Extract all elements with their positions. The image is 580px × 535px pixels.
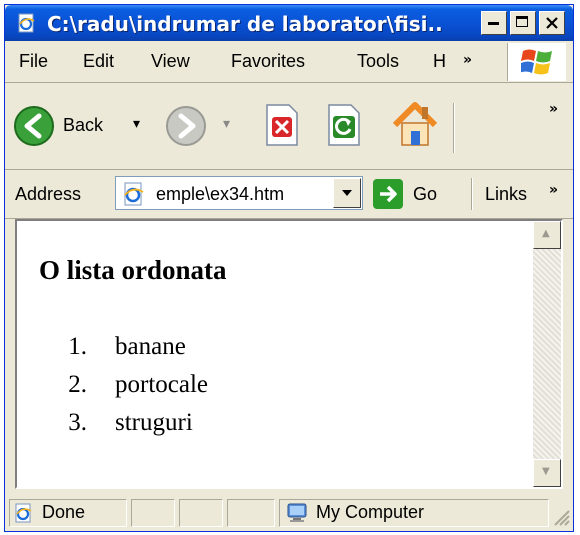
menu-bar: File Edit View Favorites Tools H » [5,42,573,83]
scroll-up-button[interactable]: ▲ [533,221,561,249]
go-button[interactable] [373,179,403,209]
back-button[interactable]: Back ▾ [11,103,151,149]
links-overflow-chevron[interactable]: » [549,182,558,198]
zone-text: My Computer [316,502,425,522]
list-item-text: portocale [115,371,209,398]
ie-page-icon [124,182,144,206]
home-button[interactable] [389,99,441,151]
address-divider [471,178,473,210]
status-text-pane: Done [9,499,127,527]
scroll-down-icon: ▼ [542,466,550,477]
refresh-icon [328,104,360,146]
toolbar-divider [453,103,455,153]
maximize-button[interactable] [510,11,536,35]
vertical-scrollbar[interactable]: ▲ ▼ [533,221,561,487]
title-bar[interactable]: C:\radu\indrumar de laborator\fisi... [5,5,573,41]
maximize-icon [516,16,528,27]
browser-window: C:\radu\indrumar de laborator\fisi... Fi… [4,4,574,532]
list-item: 1. banane [39,333,208,371]
home-icon [392,102,438,146]
menu-file[interactable]: File [19,51,48,72]
forward-arrow-icon [166,106,206,146]
address-input[interactable]: emple\ex34.htm [115,176,363,210]
scroll-track[interactable] [533,249,561,459]
address-bar: Address emple\ex34.htm Go Links » [5,170,573,219]
status-pane [227,499,275,527]
status-bar: Done My Computer [5,495,573,531]
scroll-down-button[interactable]: ▼ [533,459,561,487]
status-pane [131,499,175,527]
ordered-list: 1. banane 2. portocale 3. struguri [39,333,208,447]
minimize-button[interactable] [481,11,507,35]
back-dropdown-icon[interactable]: ▾ [133,115,140,132]
list-item-number: 2. [68,371,87,398]
back-arrow-icon [14,106,54,146]
refresh-button[interactable] [323,103,367,149]
stop-button[interactable] [261,103,305,149]
list-item-number: 1. [68,333,87,360]
windows-logo-icon [507,43,566,81]
menu-edit[interactable]: Edit [83,51,114,72]
minimize-icon [488,22,499,25]
go-arrow-icon [380,185,397,203]
list-item-number: 3. [68,409,87,436]
status-text: Done [42,502,86,522]
close-button[interactable] [539,11,565,35]
resize-grip-icon[interactable] [551,507,571,527]
menu-tools[interactable]: Tools [357,51,399,72]
window-title: C:\radu\indrumar de laborator\fisi... [47,12,443,36]
address-value: emple\ex34.htm [156,184,285,204]
ie-page-icon [15,503,32,523]
stop-icon [266,104,298,146]
links-button[interactable]: Links [485,184,527,205]
address-dropdown-button[interactable] [333,178,361,208]
menu-help[interactable]: H [433,51,446,72]
standard-toolbar: Back ▾ ▾ » [5,83,573,170]
forward-dropdown-icon[interactable]: ▾ [223,115,230,132]
computer-icon [287,503,307,522]
menu-view[interactable]: View [151,51,190,72]
menu-favorites[interactable]: Favorites [231,51,305,72]
address-label: Address [15,184,82,204]
menu-overflow-chevron[interactable]: » [463,52,472,68]
go-label[interactable]: Go [413,184,437,205]
security-zone-pane: My Computer [279,499,549,527]
toolbar-overflow-chevron[interactable]: » [549,101,558,117]
list-item-text: struguri [115,409,193,436]
list-item: 2. portocale [39,371,208,409]
list-item-text: banane [115,333,186,360]
list-item: 3. struguri [39,409,208,447]
ie-page-icon [18,13,35,33]
page-heading: O lista ordonata [39,255,227,285]
back-label: Back [63,115,104,135]
status-pane [179,499,223,527]
close-icon [546,17,558,29]
chevron-down-icon [342,190,352,196]
page-content: O lista ordonata 1. banane 2. portocale 3.… [15,219,563,489]
scroll-up-icon: ▲ [542,228,550,239]
forward-button[interactable]: ▾ [163,103,243,149]
